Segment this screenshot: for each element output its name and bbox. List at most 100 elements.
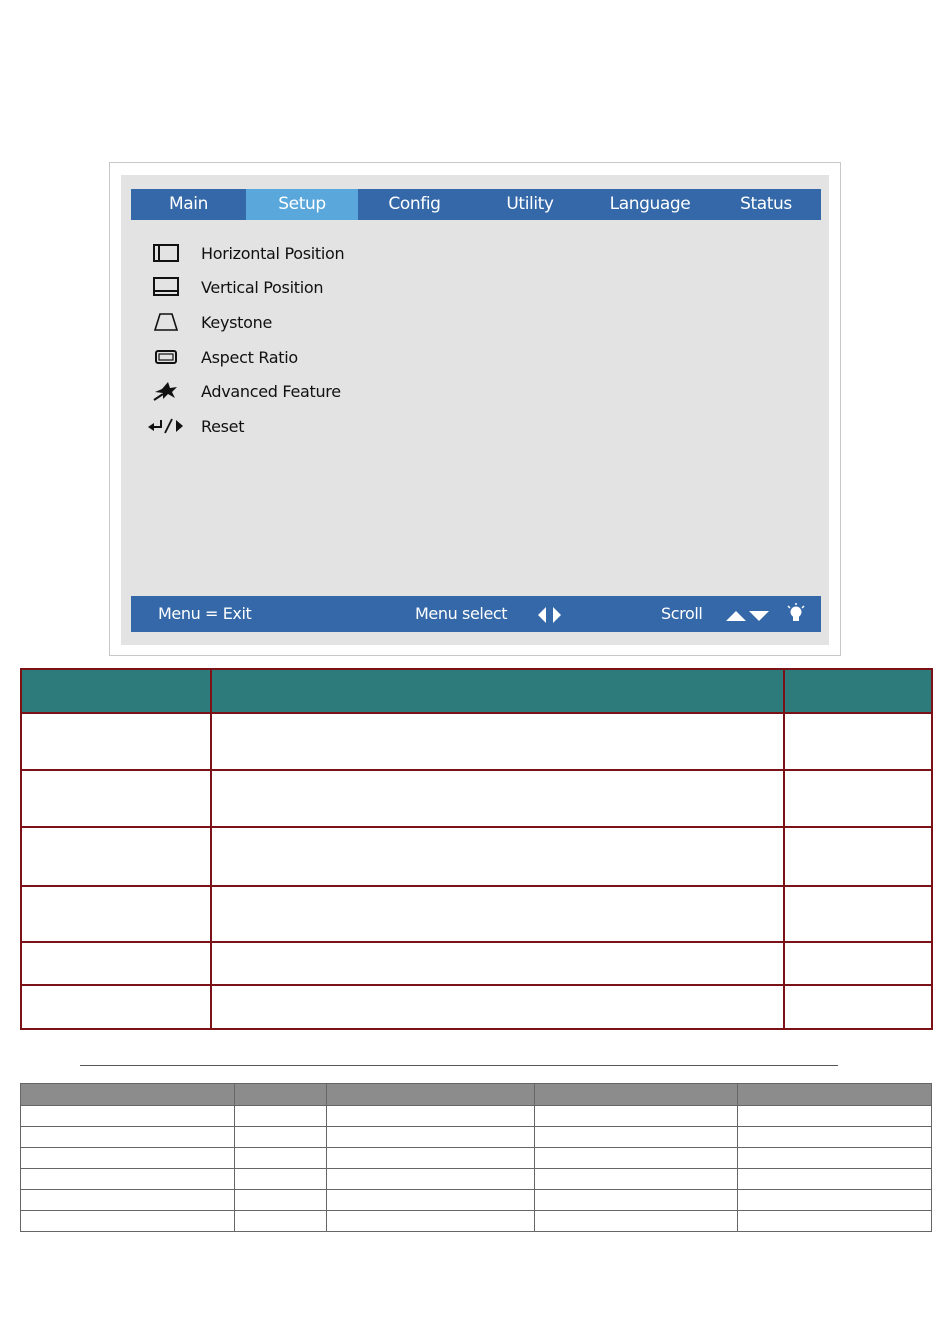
table-cell xyxy=(737,1168,932,1190)
table-row xyxy=(20,885,933,943)
table-cell xyxy=(534,1147,738,1169)
table-header-cell xyxy=(737,1083,932,1106)
osd-tab-bar: Main Setup Config Utility Language Statu… xyxy=(131,189,821,220)
advanced-feature-icon xyxy=(150,379,182,403)
table-cell xyxy=(20,1168,235,1190)
table-cell xyxy=(20,885,212,943)
table-cell xyxy=(783,941,933,986)
table-row xyxy=(20,1147,932,1169)
table-cell xyxy=(234,1105,327,1127)
table-row xyxy=(20,1189,932,1211)
table-cell xyxy=(20,1105,235,1127)
menu-item-vertical-position[interactable]: Vertical Position xyxy=(146,272,386,302)
table-row xyxy=(20,984,933,1030)
table-cell xyxy=(210,826,785,887)
table-cell xyxy=(20,1210,235,1232)
table-cell xyxy=(20,941,212,986)
table-cell xyxy=(20,1147,235,1169)
table-cell xyxy=(326,1189,535,1211)
table-header-row xyxy=(20,668,933,714)
table-cell xyxy=(210,769,785,828)
keystone-icon xyxy=(150,310,182,334)
reset-icon xyxy=(146,414,186,438)
table-row xyxy=(20,712,933,771)
menu-item-keystone[interactable]: Keystone xyxy=(146,307,386,337)
tab-config[interactable]: Config xyxy=(358,189,471,220)
menu-item-label: Horizontal Position xyxy=(201,243,345,263)
table-cell xyxy=(210,941,785,986)
menu-item-label: Keystone xyxy=(201,312,272,332)
specification-grid-table xyxy=(20,1083,932,1232)
table-cell xyxy=(783,712,933,771)
tab-status[interactable]: Status xyxy=(711,189,821,220)
table-cell xyxy=(234,1189,327,1211)
table-header-cell xyxy=(20,1083,235,1106)
horizontal-position-icon xyxy=(150,241,182,265)
table-cell xyxy=(737,1147,932,1169)
table-cell xyxy=(20,826,212,887)
table-cell xyxy=(783,885,933,943)
table-cell xyxy=(326,1147,535,1169)
table-header-row xyxy=(20,1083,932,1106)
table-row xyxy=(20,1168,932,1190)
table-cell xyxy=(234,1126,327,1148)
menu-item-aspect-ratio[interactable]: Aspect Ratio xyxy=(146,342,386,372)
table-cell xyxy=(326,1105,535,1127)
table-cell xyxy=(326,1126,535,1148)
table-cell xyxy=(534,1105,738,1127)
table-header-cell xyxy=(326,1083,535,1106)
table-row xyxy=(20,826,933,887)
table-cell xyxy=(783,769,933,828)
table-header-cell xyxy=(234,1083,327,1106)
table-cell xyxy=(326,1210,535,1232)
exit-hint: Menu = Exit xyxy=(158,604,252,623)
table-cell xyxy=(210,712,785,771)
table-cell xyxy=(737,1126,932,1148)
table-header-cell xyxy=(534,1083,738,1106)
menu-item-horizontal-position[interactable]: Horizontal Position xyxy=(146,238,386,268)
horizontal-divider xyxy=(80,1065,838,1066)
tab-setup[interactable]: Setup xyxy=(246,189,358,220)
table-cell xyxy=(534,1168,738,1190)
table-cell xyxy=(783,826,933,887)
table-row xyxy=(20,1210,932,1232)
osd-footer-bar: Menu = Exit Menu select Scroll xyxy=(131,596,821,632)
table-cell xyxy=(737,1189,932,1211)
tab-utility[interactable]: Utility xyxy=(471,189,589,220)
table-cell xyxy=(210,984,785,1030)
menu-select-hint: Menu select xyxy=(415,604,508,623)
table-cell xyxy=(20,1126,235,1148)
table-cell xyxy=(20,1189,235,1211)
table-header-cell xyxy=(20,668,212,714)
table-row xyxy=(20,941,933,986)
table-row xyxy=(20,769,933,828)
table-cell xyxy=(20,984,212,1030)
table-cell xyxy=(234,1210,327,1232)
menu-description-table xyxy=(20,668,933,1030)
table-row xyxy=(20,1126,932,1148)
table-cell xyxy=(20,712,212,771)
menu-item-label: Aspect Ratio xyxy=(201,347,298,367)
table-cell xyxy=(20,769,212,828)
table-cell xyxy=(783,984,933,1030)
scroll-hint: Scroll xyxy=(661,604,703,623)
table-header-cell xyxy=(783,668,933,714)
up-down-arrows-icon xyxy=(725,604,771,630)
table-cell xyxy=(234,1168,327,1190)
left-right-arrows-icon xyxy=(535,604,565,630)
table-cell xyxy=(210,885,785,943)
table-cell xyxy=(737,1105,932,1127)
menu-item-reset[interactable]: Reset xyxy=(146,411,386,441)
tab-language[interactable]: Language xyxy=(589,189,711,220)
table-cell xyxy=(737,1210,932,1232)
aspect-ratio-icon xyxy=(150,345,182,369)
table-cell xyxy=(534,1189,738,1211)
table-cell xyxy=(234,1147,327,1169)
menu-item-label: Vertical Position xyxy=(201,277,324,297)
table-cell xyxy=(326,1168,535,1190)
tab-main[interactable]: Main xyxy=(131,189,246,220)
menu-item-label: Reset xyxy=(201,416,245,436)
menu-item-label: Advanced Feature xyxy=(201,381,341,401)
menu-item-advanced-feature[interactable]: Advanced Feature xyxy=(146,376,386,406)
table-header-cell xyxy=(210,668,785,714)
